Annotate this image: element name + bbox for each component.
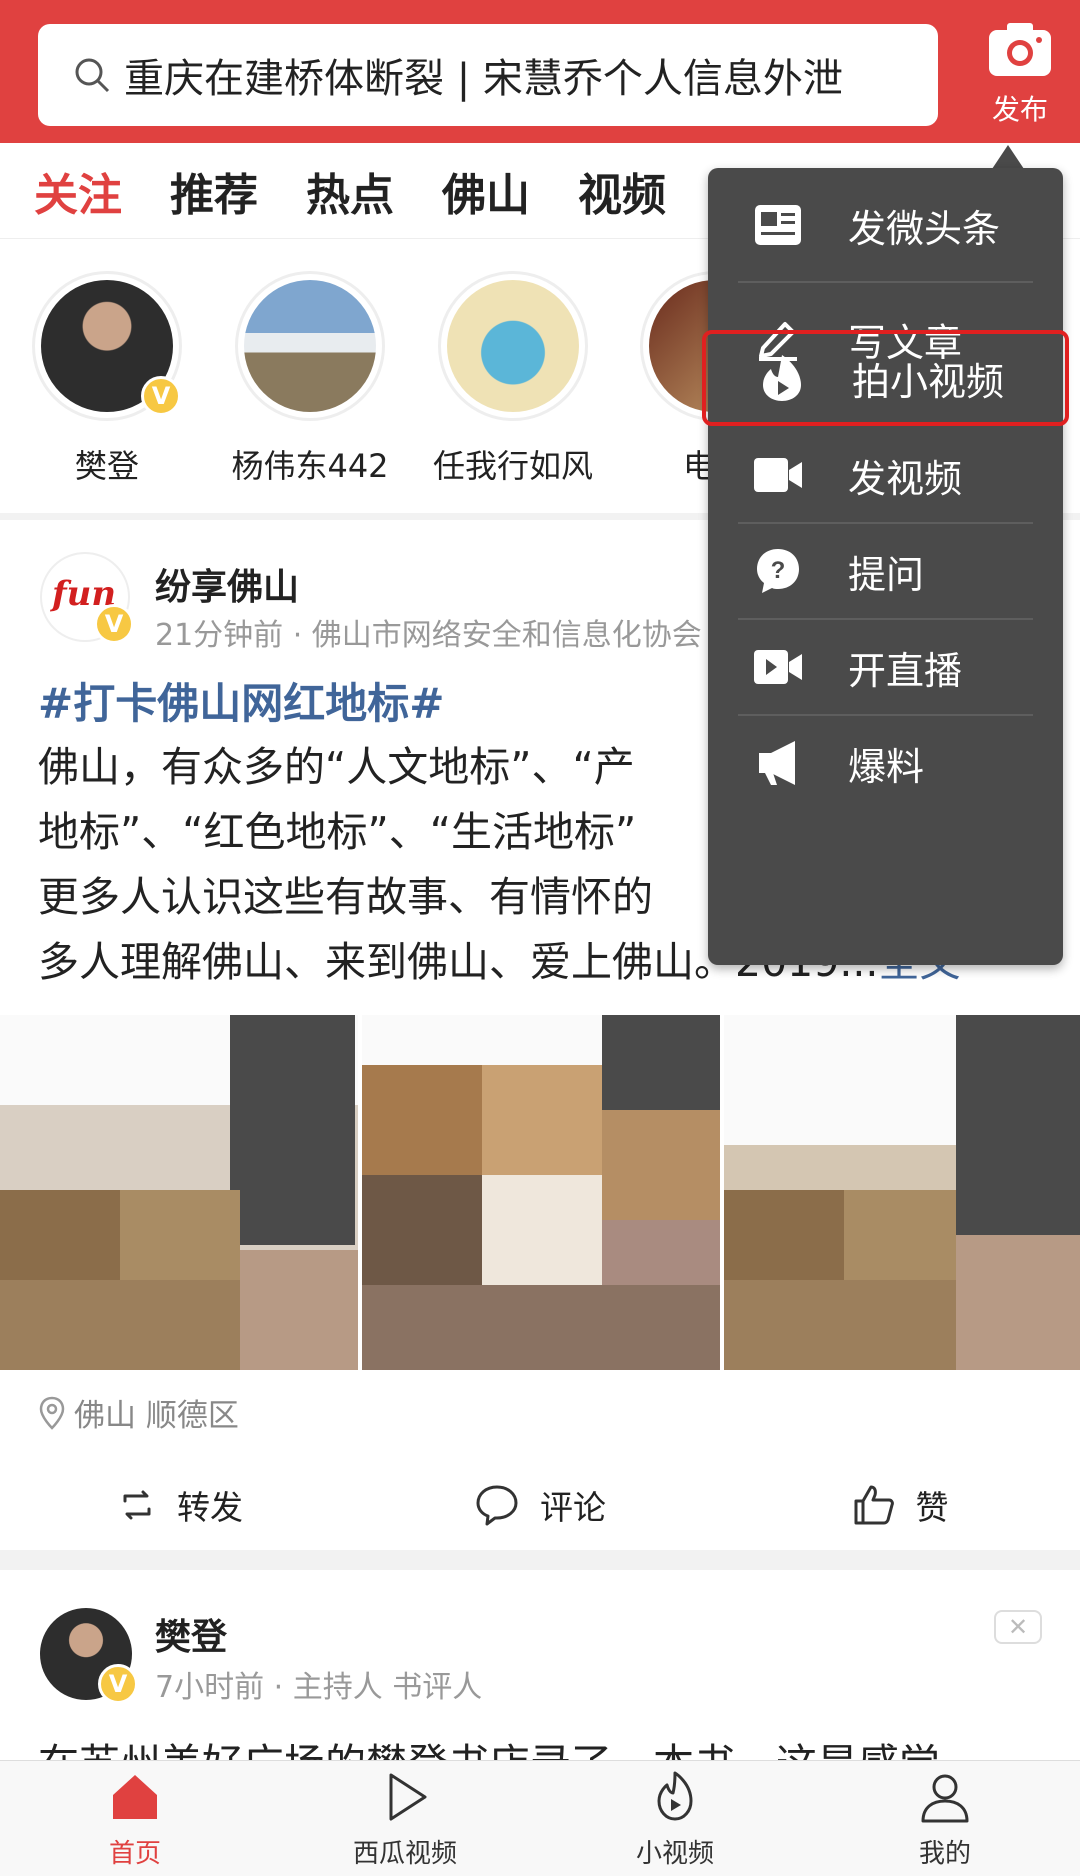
following-name: 杨伟东442	[231, 447, 389, 485]
question-icon: ?	[748, 541, 808, 601]
menu-label: 爆料	[848, 744, 925, 789]
publish-menu: 发微头条 写文章 拍小视频 发视频 ? 提问 开直播 爆料	[702, 168, 1069, 965]
nav-label: 我的	[918, 1839, 971, 1869]
location-pin-icon	[39, 1396, 65, 1430]
menu-label: 发微头条	[848, 206, 1001, 251]
top-header: 重庆在建桥体断裂 | 宋慧乔个人信息外泄 发布	[0, 0, 1080, 143]
search-bar[interactable]: 重庆在建桥体断裂 | 宋慧乔个人信息外泄	[38, 24, 938, 126]
author-avatar[interactable]: fun V	[40, 552, 134, 644]
post-image-grid	[0, 1015, 1080, 1370]
following-name: 任我行如风	[432, 447, 593, 485]
megaphone-icon	[748, 733, 808, 793]
menu-label: 提问	[848, 552, 925, 597]
comment-label: 评论	[540, 1488, 606, 1527]
live-icon	[748, 637, 808, 697]
menu-report-news[interactable]: 爆料	[708, 706, 1063, 820]
post-image[interactable]	[724, 1015, 1080, 1370]
post-actions: 转发 评论 赞	[0, 1465, 1080, 1545]
play-icon	[389, 1773, 427, 1821]
following-item[interactable]: V 樊登	[22, 271, 192, 487]
following-item[interactable]: 任我行如风	[428, 271, 598, 487]
micro-post-icon	[748, 195, 808, 255]
search-icon	[75, 58, 110, 93]
author-name[interactable]: 樊登	[155, 1608, 227, 1660]
camera-icon	[989, 23, 1051, 76]
hashtag-link[interactable]: #打卡佛山网红地标#	[38, 670, 444, 731]
tab-foshan[interactable]: 佛山	[442, 159, 530, 223]
nav-label: 首页	[108, 1839, 161, 1869]
location-text: 佛山 顺德区	[74, 1398, 239, 1434]
nav-label: 西瓜视频	[352, 1839, 457, 1869]
nav-mine[interactable]: 我的	[810, 1761, 1080, 1876]
menu-micro-post[interactable]: 发微头条	[708, 168, 1063, 282]
nav-label: 小视频	[635, 1839, 714, 1869]
nav-xigua-video[interactable]: 西瓜视频	[270, 1761, 540, 1876]
post-meta: 7小时前 · 主持人 书评人	[155, 1670, 483, 1705]
share-label: 转发	[177, 1488, 243, 1527]
menu-label: 发视频	[848, 456, 963, 501]
avatar	[235, 271, 385, 421]
tab-following[interactable]: 关注	[34, 159, 122, 223]
short-video-icon	[657, 1771, 693, 1821]
dismiss-icon[interactable]: ✕	[994, 1610, 1042, 1644]
menu-label: 拍小视频	[852, 359, 1005, 404]
post-image[interactable]	[0, 1015, 358, 1370]
tab-video[interactable]: 视频	[578, 159, 666, 223]
user-icon	[921, 1774, 969, 1823]
nav-short-video[interactable]: 小视频	[540, 1761, 810, 1876]
home-icon	[113, 1775, 157, 1819]
verified-badge-icon: V	[98, 1664, 138, 1704]
following-name: 樊登	[74, 447, 139, 485]
like-button[interactable]: 赞	[720, 1465, 1080, 1545]
author-name[interactable]: 纷享佛山	[155, 558, 299, 610]
feed-post[interactable]: V 樊登 7小时前 · 主持人 书评人 ✕ 在苏州美好广场的樊登书店录了一本书，…	[0, 1570, 1080, 1770]
like-label: 赞	[915, 1488, 949, 1527]
comment-button[interactable]: 评论	[360, 1465, 720, 1545]
svg-text:?: ?	[771, 557, 786, 584]
tab-recommend[interactable]: 推荐	[170, 159, 258, 223]
following-item[interactable]: 杨伟东442	[225, 271, 395, 487]
avatar: V	[32, 271, 182, 421]
avatar	[438, 271, 588, 421]
author-avatar[interactable]: V	[40, 1608, 138, 1704]
publish-button[interactable]: 发布	[970, 20, 1070, 135]
share-button[interactable]: 转发	[0, 1465, 360, 1545]
nav-home[interactable]: 首页	[0, 1761, 270, 1876]
tab-hot[interactable]: 热点	[306, 159, 394, 223]
video-camera-icon	[748, 445, 808, 505]
verified-badge-icon: V	[94, 604, 134, 644]
search-hot-text: 重庆在建桥体断裂 | 宋慧乔个人信息外泄	[124, 56, 843, 102]
thumbs-up-icon	[854, 1485, 894, 1525]
post-image[interactable]	[362, 1015, 720, 1370]
comment-icon	[476, 1485, 518, 1526]
repost-icon	[123, 1490, 151, 1520]
publish-label: 发布	[991, 93, 1048, 126]
short-video-icon	[752, 348, 812, 408]
menu-short-video[interactable]: 拍小视频	[702, 330, 1069, 426]
verified-badge-icon: V	[141, 376, 181, 416]
post-location[interactable]: 佛山 顺德区	[38, 1390, 239, 1435]
popup-arrow	[992, 145, 1024, 169]
menu-label: 开直播	[848, 648, 963, 693]
bottom-nav: 首页 西瓜视频 小视频 我的	[0, 1760, 1080, 1876]
